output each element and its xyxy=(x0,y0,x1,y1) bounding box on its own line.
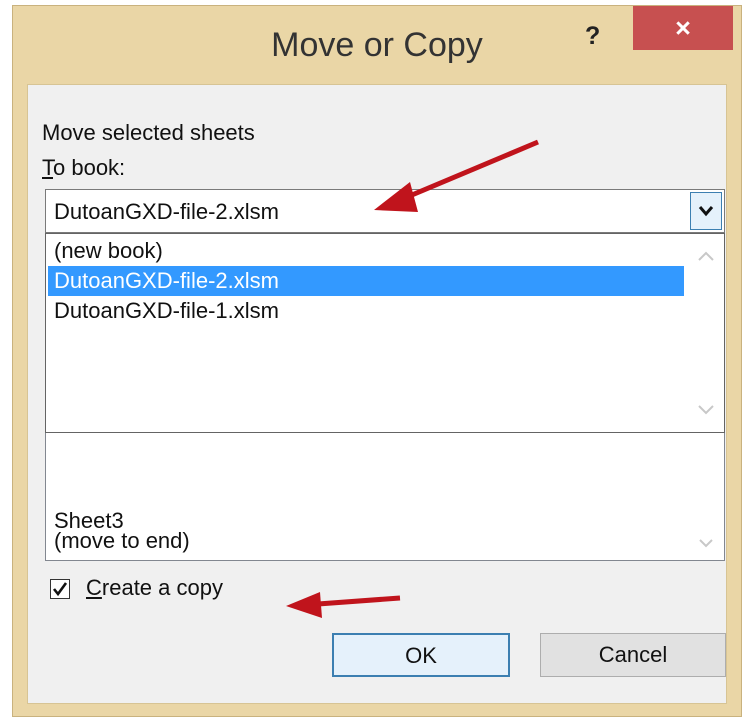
dropdown-item-selected[interactable]: DutoanGXD-file-2.xlsm xyxy=(48,266,684,296)
dropdown-item[interactable]: DutoanGXD-file-1.xlsm xyxy=(48,296,684,326)
ok-button[interactable]: OK xyxy=(332,633,510,677)
title-bar: Move or Copy ? × xyxy=(13,6,741,84)
cancel-button[interactable]: Cancel xyxy=(540,633,726,677)
to-book-label-accelerator: T xyxy=(42,155,53,180)
to-book-value: DutoanGXD-file-2.xlsm xyxy=(54,199,279,224)
close-button[interactable]: × xyxy=(633,6,733,50)
dropdown-scrollbar[interactable] xyxy=(688,234,724,432)
help-button[interactable]: ? xyxy=(585,22,600,51)
to-book-label-text: o book: xyxy=(53,155,126,180)
scroll-arrows-icon xyxy=(698,251,714,415)
annotation-arrow-icon xyxy=(374,139,539,212)
list-scrollbar[interactable] xyxy=(688,432,724,560)
create-copy-checkbox[interactable] xyxy=(50,579,70,599)
checkmark-icon xyxy=(52,582,68,597)
annotation-arrow-icon xyxy=(286,592,401,618)
move-selected-sheets-label: Move selected sheets xyxy=(42,120,255,145)
before-sheet-list[interactable]: Sheet3 (move to end) xyxy=(45,431,725,561)
chevron-down-icon[interactable] xyxy=(690,192,722,230)
to-book-dropdown-list[interactable]: (new book) DutoanGXD-file-2.xlsm DutoanG… xyxy=(45,233,725,433)
create-copy-accelerator: C xyxy=(86,575,102,600)
to-book-label: To book: xyxy=(42,155,125,181)
create-copy-label[interactable]: Create a copy xyxy=(86,575,223,601)
scroll-down-icon xyxy=(699,539,713,548)
dialog-title: Move or Copy xyxy=(271,26,483,64)
dropdown-item-new-book[interactable]: (new book) xyxy=(48,236,684,266)
list-item[interactable]: (move to end) xyxy=(54,528,190,554)
create-copy-text: reate a copy xyxy=(101,575,223,600)
